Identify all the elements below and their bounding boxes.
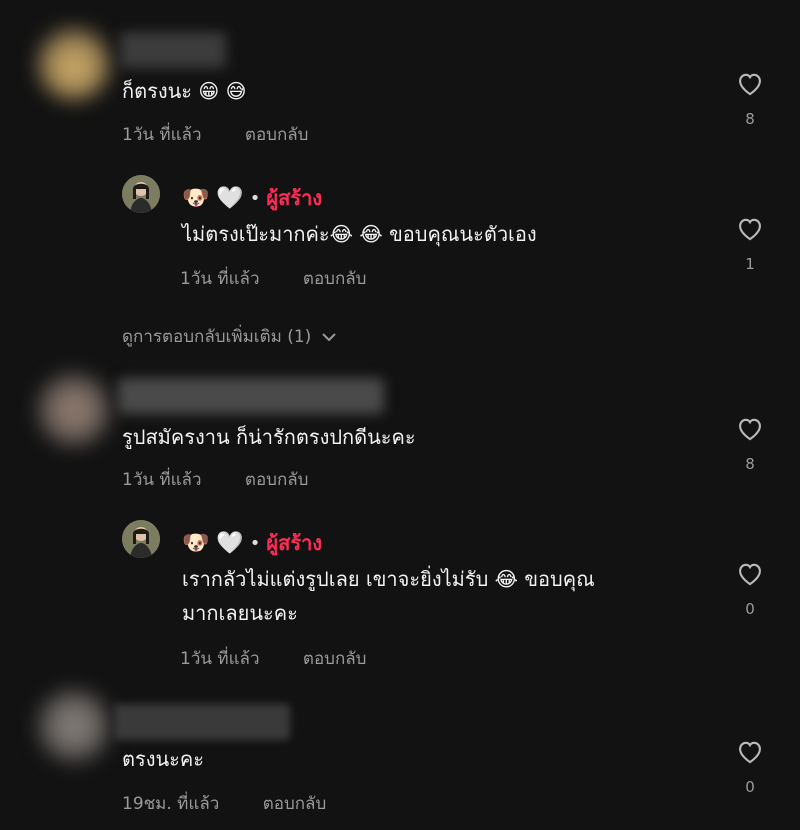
like-count: 8 [745,110,755,128]
like-count: 8 [745,455,755,473]
reply-text-line1: เรากลัวไม่แต่งรูปเลย เขาจะยิ่งไม่รับ 😂 ข… [182,567,595,591]
chevron-down-icon [322,332,337,341]
reply-button[interactable]: ตอบกลับ [303,269,367,289]
view-more-replies[interactable]: ดูการตอบกลับเพิ่มเติม (1) [122,323,337,350]
avatar[interactable] [38,28,110,100]
comment-text: ตรงนะคะ [122,747,205,771]
avatar[interactable] [38,374,110,446]
comment-time: 19ชม. ที่แล้ว [122,794,220,814]
comment-meta: 19ชม. ที่แล้ว ตอบกลับ [122,790,326,817]
like-count: 0 [745,778,755,796]
heart-outline-icon [739,563,761,586]
username-emoji[interactable]: 🐶 🤍 [182,186,244,211]
comment-text: รูปสมัครงาน ก็น่ารักตรงปกดีนะคะ [122,425,416,449]
heart-outline-icon [739,218,761,241]
creator-badge: ผู้สร้าง [266,186,323,210]
like-button[interactable]: 0 [730,560,770,618]
like-button[interactable]: 0 [730,738,770,796]
like-button[interactable]: 8 [730,415,770,473]
heart-outline-icon [739,741,761,764]
reply-meta: 1วัน ที่แล้ว ตอบกลับ [180,645,366,672]
username-blurred[interactable] [118,378,384,414]
comment-text: ก็ตรงนะ 😁 😅 [122,79,247,103]
reply-button[interactable]: ตอบกลับ [245,125,309,145]
reply-button[interactable]: ตอบกลับ [245,470,309,490]
like-count: 1 [745,255,755,273]
heart-outline-icon [739,73,761,96]
creator-avatar[interactable] [122,520,160,558]
reply-button[interactable]: ตอบกลับ [303,649,367,669]
comment-meta: 1วัน ที่แล้ว ตอบกลับ [122,466,308,493]
reply-text: ไม่ตรงเป๊ะมากค่ะ😂 😂 ขอบคุณนะตัวเอง [182,222,537,246]
creator-badge: ผู้สร้าง [266,531,323,555]
avatar[interactable] [38,690,110,762]
reply-time: 1วัน ที่แล้ว [180,269,260,289]
reply-time: 1วัน ที่แล้ว [180,649,260,669]
reply-header: 🐶 🤍 • ผู้สร้าง [182,527,322,559]
like-button[interactable]: 8 [730,70,770,128]
reply-header: 🐶 🤍 • ผู้สร้าง [182,182,322,214]
username-blurred[interactable] [120,32,226,68]
reply-button[interactable]: ตอบกลับ [263,794,327,814]
reply-meta: 1วัน ที่แล้ว ตอบกลับ [180,265,366,292]
creator-avatar[interactable] [122,175,160,213]
comment-meta: 1วัน ที่แล้ว ตอบกลับ [122,121,308,148]
view-more-label: ดูการตอบกลับเพิ่มเติม (1) [122,327,312,347]
username-emoji[interactable]: 🐶 🤍 [182,531,244,556]
heart-outline-icon [739,418,761,441]
username-blurred[interactable] [114,704,290,740]
like-count: 0 [745,600,755,618]
comment-time: 1วัน ที่แล้ว [122,470,202,490]
like-button[interactable]: 1 [730,215,770,273]
comment-time: 1วัน ที่แล้ว [122,125,202,145]
reply-text-line2: มากเลยนะคะ [182,601,298,625]
